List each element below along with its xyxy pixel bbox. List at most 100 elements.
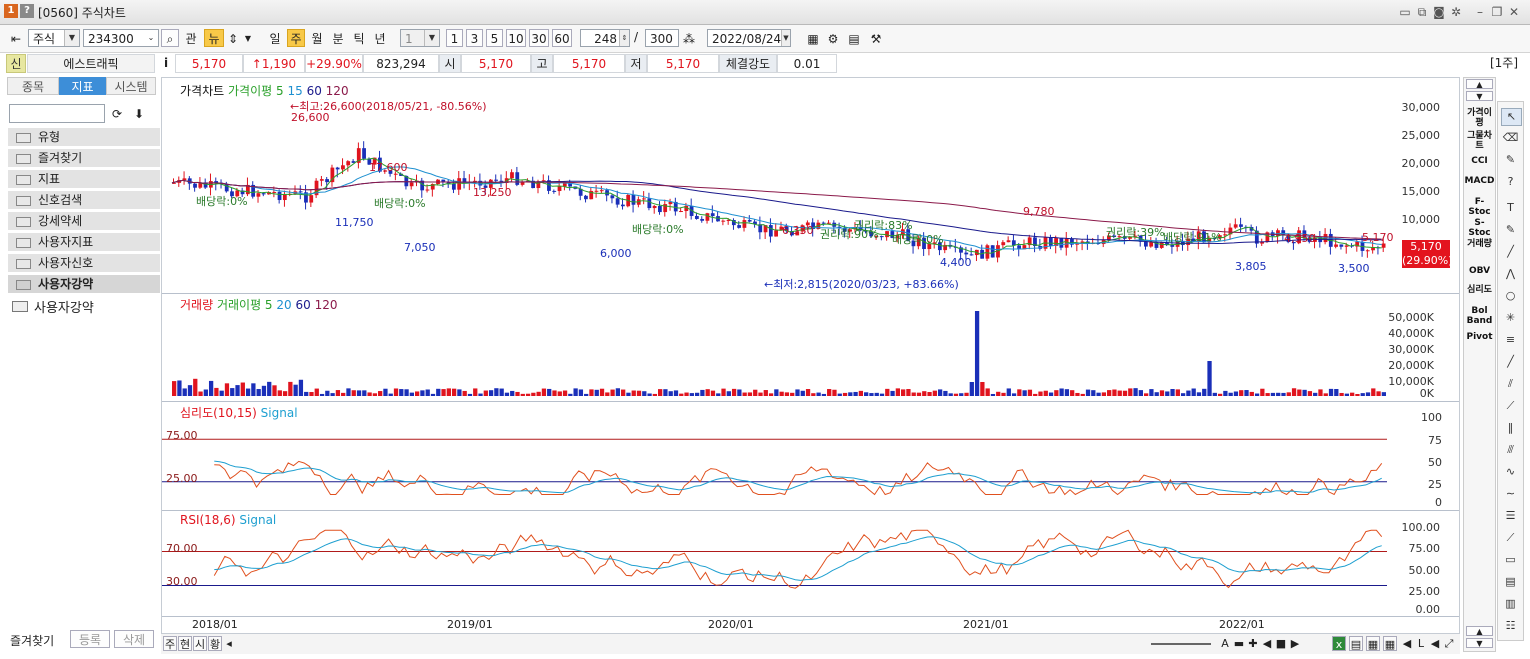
zoom-in-icon[interactable]: ✚ bbox=[1247, 636, 1259, 651]
period-tick[interactable]: 틱 bbox=[350, 29, 368, 47]
close-icon[interactable]: ✕ bbox=[1506, 4, 1522, 20]
pane-divider[interactable] bbox=[162, 510, 1459, 511]
updown-spinner[interactable]: ⇕ bbox=[226, 29, 240, 47]
chevron-down-icon[interactable]: ▼ bbox=[241, 29, 255, 47]
fan-icon[interactable]: ⫽ bbox=[1501, 376, 1520, 392]
scroll-down-icon[interactable]: ▼ bbox=[1466, 638, 1493, 648]
tab-system[interactable]: 시스템 bbox=[106, 77, 156, 95]
indicator-psy[interactable]: 심리도 bbox=[1464, 285, 1495, 295]
expand-icon[interactable]: ⤢ bbox=[1443, 636, 1455, 651]
window-number-badge[interactable]: 1 bbox=[4, 4, 18, 18]
scroll-up-icon[interactable]: ▲ bbox=[1466, 626, 1493, 636]
regression-icon[interactable]: ∼ bbox=[1501, 486, 1520, 502]
indicator-volume[interactable]: 거래량 bbox=[1464, 239, 1495, 249]
interval-30[interactable]: 30 bbox=[529, 29, 549, 47]
indicator-ma[interactable]: 가격이평 bbox=[1464, 108, 1495, 128]
period-year[interactable]: 년 bbox=[371, 29, 389, 47]
scroll-up-icon[interactable]: ▲ bbox=[1466, 79, 1493, 89]
indicator-macd[interactable]: MACD bbox=[1464, 176, 1495, 186]
pattern-icon[interactable]: ✳ bbox=[1501, 310, 1520, 326]
period-day[interactable]: 일 bbox=[266, 29, 284, 47]
first-icon[interactable]: ⇤ bbox=[6, 29, 26, 47]
cycle-icon[interactable]: ‖ bbox=[1501, 420, 1520, 436]
indicator-pivot[interactable]: Pivot bbox=[1464, 332, 1495, 342]
folder-favorites[interactable]: 즐겨찾기 bbox=[8, 149, 160, 168]
folder-user-strength[interactable]: 사용자강약 bbox=[8, 275, 160, 294]
total-input[interactable]: 300 bbox=[645, 29, 679, 47]
scroll-down-icon[interactable]: ▼ bbox=[1466, 91, 1493, 101]
question-icon[interactable]: ? bbox=[1501, 174, 1520, 190]
bar-chart-icon[interactable]: ▥ bbox=[1501, 596, 1520, 612]
date-input[interactable]: 2022/08/24 ▼ bbox=[707, 29, 791, 47]
interval-5[interactable]: 5 bbox=[486, 29, 503, 47]
favorites-button[interactable]: 즐겨찾기 bbox=[10, 632, 54, 649]
indicator-sstoc[interactable]: S-Stoc bbox=[1464, 218, 1495, 238]
folder-user-indicators[interactable]: 사용자지표 bbox=[8, 233, 160, 252]
indicator-net-chart[interactable]: 그물차트 bbox=[1464, 131, 1495, 151]
pattern-list-icon[interactable]: ☷ bbox=[1501, 618, 1520, 634]
restore-icon[interactable]: ❐ bbox=[1489, 4, 1505, 20]
indicator-fstoc[interactable]: F-Stoc bbox=[1464, 197, 1495, 217]
pane-divider[interactable] bbox=[162, 293, 1459, 294]
info-icon[interactable]: i bbox=[160, 54, 172, 73]
auto-trend-icon[interactable]: ⟋ bbox=[1501, 530, 1520, 546]
settings-icon[interactable]: ⚙ bbox=[824, 29, 842, 47]
interval-10[interactable]: 10 bbox=[506, 29, 526, 47]
interval-3[interactable]: 3 bbox=[466, 29, 483, 47]
camera-icon[interactable]: ◙ bbox=[1431, 4, 1447, 20]
indicator-bolband[interactable]: Bol Band bbox=[1464, 306, 1495, 326]
line-icon[interactable]: ╱ bbox=[1501, 244, 1520, 260]
zoom-out-icon[interactable]: ▬ bbox=[1233, 636, 1245, 651]
gwan-button[interactable]: 관 bbox=[182, 29, 200, 47]
link-icon[interactable]: ⧉ bbox=[1414, 4, 1430, 20]
interval-1[interactable]: 1 bbox=[446, 29, 463, 47]
prev-icon[interactable]: ◀ bbox=[1261, 636, 1273, 651]
box-icon[interactable]: ▭ bbox=[1501, 552, 1520, 568]
speed-line-icon[interactable]: ⟋ bbox=[1501, 398, 1520, 414]
period-minute[interactable]: 분 bbox=[329, 29, 347, 47]
news-button[interactable]: 뉴 bbox=[204, 29, 224, 47]
scroll-left-icon[interactable]: ◂ bbox=[224, 636, 234, 651]
delete-all-icon[interactable]: ✎ bbox=[1501, 152, 1520, 168]
wave-icon[interactable]: ∿ bbox=[1501, 464, 1520, 480]
period-week[interactable]: 주 bbox=[287, 29, 305, 47]
bottom-tab-current[interactable]: 현 bbox=[178, 636, 192, 651]
save-icon[interactable]: ▤ bbox=[1349, 636, 1363, 651]
folder-strength[interactable]: 강세약세 bbox=[8, 212, 160, 231]
stock-name[interactable]: 에스트래픽 bbox=[27, 54, 155, 73]
bottom-tab-week[interactable]: 주 bbox=[163, 636, 177, 651]
register-button[interactable]: 등록 bbox=[70, 630, 110, 648]
download-icon[interactable]: ⬇ bbox=[130, 104, 148, 122]
channel-icon[interactable]: ≡ bbox=[1501, 332, 1520, 348]
back-icon[interactable]: ◀ bbox=[1401, 636, 1413, 651]
bottom-tab-status[interactable]: 황 bbox=[208, 636, 222, 651]
document-icon[interactable]: ▤ bbox=[1501, 574, 1520, 590]
interval-60[interactable]: 60 bbox=[552, 29, 572, 47]
stop-icon[interactable]: ■ bbox=[1275, 636, 1287, 651]
chart-canvas[interactable] bbox=[162, 78, 1459, 633]
tree-item-user-strength[interactable]: 사용자강약 bbox=[12, 297, 94, 316]
cursor-icon[interactable]: ↖ bbox=[1501, 108, 1522, 126]
indicator-search-input[interactable] bbox=[9, 104, 105, 123]
layout-icon[interactable]: L bbox=[1415, 636, 1427, 651]
zoom-slider[interactable] bbox=[1151, 643, 1211, 645]
delete-button[interactable]: 삭제 bbox=[114, 630, 154, 648]
pane-divider[interactable] bbox=[162, 401, 1459, 402]
bottom-tab-market[interactable]: 시 bbox=[193, 636, 207, 651]
circle-icon[interactable]: ○ bbox=[1501, 288, 1520, 304]
market-select[interactable]: 주식 ▼ bbox=[28, 29, 80, 47]
memo-icon[interactable]: ▭ bbox=[1397, 4, 1413, 20]
fibo-icon[interactable]: ⫻ bbox=[1501, 442, 1520, 458]
help-icon[interactable]: ? bbox=[20, 4, 34, 18]
font-icon[interactable]: A bbox=[1219, 636, 1231, 651]
tools-icon[interactable]: ⚒ bbox=[866, 29, 886, 47]
gann-icon[interactable]: ╱ bbox=[1501, 354, 1520, 370]
search-icon[interactable]: ⌕ bbox=[161, 29, 179, 47]
tab-indicators[interactable]: 지표 bbox=[59, 77, 106, 95]
count-input[interactable]: 248 ⇕ bbox=[580, 29, 630, 47]
folder-indicators[interactable]: 지표 bbox=[8, 170, 160, 189]
folder-type[interactable]: 유형 bbox=[8, 128, 160, 147]
folder-signal-search[interactable]: 신호검색 bbox=[8, 191, 160, 210]
folder-user-signals[interactable]: 사용자신호 bbox=[8, 254, 160, 273]
grid-icon[interactable]: ⁂ bbox=[681, 29, 697, 47]
